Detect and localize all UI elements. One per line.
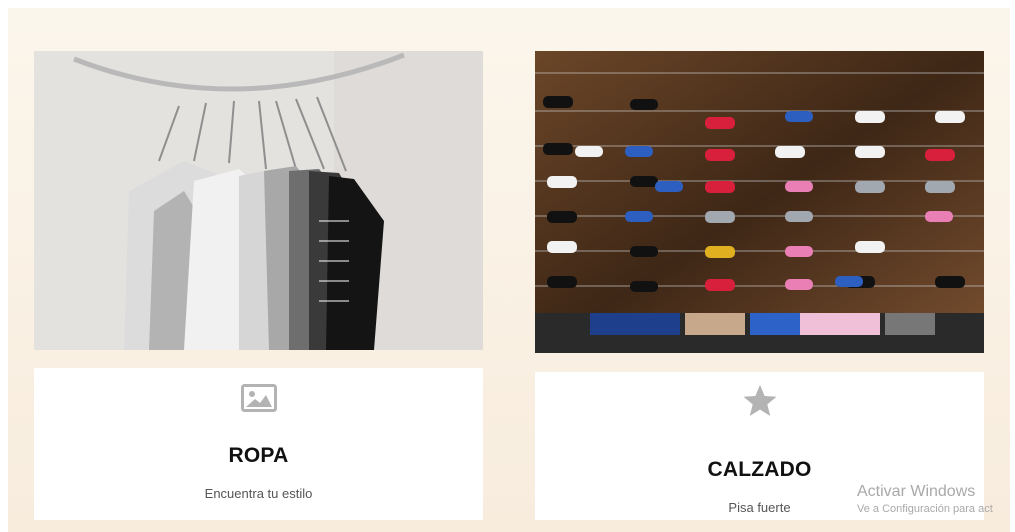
- watermark-title: Activar Windows: [857, 483, 976, 500]
- clothes-illustration: [34, 51, 483, 350]
- shoes-image[interactable]: [535, 51, 984, 353]
- card-ropa[interactable]: ROPA Encuentra tu estilo: [34, 368, 483, 520]
- image-icon: [34, 384, 483, 412]
- clothes-image[interactable]: [34, 51, 483, 350]
- card-title: CALZADO: [707, 458, 812, 481]
- shoes-illustration: [535, 51, 984, 353]
- watermark-subtitle: Ve a Configuración para act: [857, 503, 993, 515]
- star-icon: [535, 384, 984, 418]
- card-title: ROPA: [228, 444, 289, 467]
- windows-activation-watermark: Activar Windows Ve a Configuración para …: [857, 482, 993, 516]
- card-subtitle: Encuentra tu estilo: [204, 486, 313, 501]
